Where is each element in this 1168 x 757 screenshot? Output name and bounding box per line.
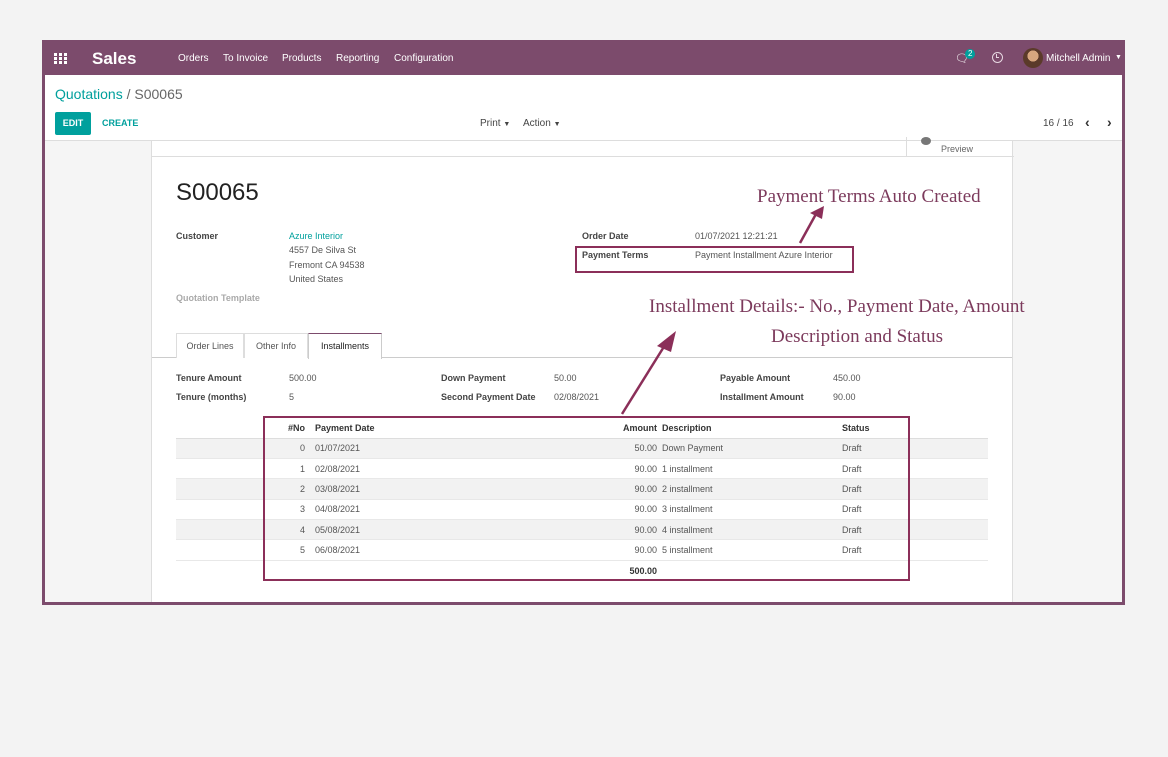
menu-products[interactable]: Products <box>282 53 321 64</box>
row-spacer <box>176 458 264 480</box>
caret-down-icon: ▼ <box>503 121 511 128</box>
menu-configuration[interactable]: Configuration <box>394 53 453 64</box>
annotation-installments-line1: Installment Details:- No., Payment Date,… <box>649 296 1025 317</box>
address-line: United States <box>289 274 344 284</box>
sheet-background <box>45 141 151 602</box>
action-dropdown[interactable]: Action ▼ <box>523 118 561 129</box>
customer-link[interactable]: Azure Interior <box>289 231 343 241</box>
customer-label: Customer <box>176 231 219 241</box>
app-window: Sales Orders To Invoice Products Reporti… <box>42 40 1125 605</box>
header-spacer <box>176 418 264 439</box>
breadcrumb: Quotations / S00065 <box>55 86 183 102</box>
caret-down-icon: ▼ <box>553 121 561 128</box>
create-button[interactable]: CREATE <box>102 118 138 128</box>
annotation-payment-terms: Payment Terms Auto Created <box>757 186 981 207</box>
address-line: 4557 De Silva St <box>289 245 357 255</box>
order-date-value: 01/07/2021 12:21:21 <box>695 231 778 241</box>
action-label: Action <box>523 118 551 129</box>
avatar[interactable] <box>1023 48 1043 68</box>
tenure-amount-label: Tenure Amount <box>176 373 242 383</box>
print-dropdown[interactable]: Print ▼ <box>480 118 510 129</box>
activity-clock-icon[interactable] <box>992 52 1003 63</box>
down-payment-value: 50.00 <box>554 373 577 383</box>
top-navbar: Sales Orders To Invoice Products Reporti… <box>45 43 1122 75</box>
payable-amount-value: 450.00 <box>833 373 861 383</box>
installment-amount-label: Installment Amount <box>720 392 804 402</box>
tab-other-info[interactable]: Other Info <box>244 333 308 358</box>
breadcrumb-separator: / <box>126 86 131 102</box>
installment-amount-value: 90.00 <box>833 392 856 402</box>
annotation-installments-line2: Description and Status <box>771 326 944 347</box>
chat-count-badge: 2 <box>965 49 976 59</box>
menu-orders[interactable]: Orders <box>178 53 209 64</box>
user-name[interactable]: Mitchell Admin <box>1046 53 1110 64</box>
pager-value[interactable]: 16 / 16 <box>1043 118 1074 129</box>
second-payment-date-value: 02/08/2021 <box>554 392 600 402</box>
preview-label: Preview <box>941 144 974 154</box>
payable-amount-label: Payable Amount <box>720 373 791 383</box>
chevron-right-icon[interactable]: › <box>1107 114 1112 130</box>
apps-grid-icon[interactable] <box>54 53 68 65</box>
app-name[interactable]: Sales <box>92 49 136 69</box>
breadcrumb-quotations[interactable]: Quotations <box>55 86 123 102</box>
address-line: Fremont CA 94538 <box>289 260 365 270</box>
second-payment-date-label: Second Payment Date <box>441 392 536 402</box>
row-spacer <box>176 499 264 521</box>
tenure-amount-value: 500.00 <box>289 373 317 383</box>
preview-button[interactable]: Preview <box>906 137 1014 157</box>
row-spacer <box>176 539 264 561</box>
tab-order-lines[interactable]: Order Lines <box>176 333 244 358</box>
down-payment-label: Down Payment <box>441 373 506 383</box>
tenure-months-value: 5 <box>289 392 295 402</box>
edit-button[interactable]: EDIT <box>55 112 91 135</box>
row-spacer <box>176 438 264 459</box>
sheet-background <box>1013 141 1122 602</box>
user-caret-icon[interactable]: ▼ <box>1115 54 1122 61</box>
chevron-left-icon[interactable]: ‹ <box>1085 114 1090 130</box>
payment-terms-highlight <box>575 246 854 273</box>
tenure-months-label: Tenure (months) <box>176 392 247 402</box>
row-spacer <box>176 519 264 541</box>
breadcrumb-current: S00065 <box>134 86 183 102</box>
record-title: S00065 <box>176 179 259 206</box>
installments-highlight <box>263 416 910 581</box>
form-statusbar: Preview <box>152 137 1014 157</box>
order-date-label: Order Date <box>582 231 629 241</box>
tab-installments[interactable]: Installments <box>308 333 382 359</box>
globe-icon <box>921 137 931 145</box>
quotation-template-label: Quotation Template <box>176 293 260 303</box>
row-spacer <box>176 478 264 500</box>
menu-reporting[interactable]: Reporting <box>336 53 379 64</box>
menu-to-invoice[interactable]: To Invoice <box>223 53 268 64</box>
print-label: Print <box>480 118 501 129</box>
